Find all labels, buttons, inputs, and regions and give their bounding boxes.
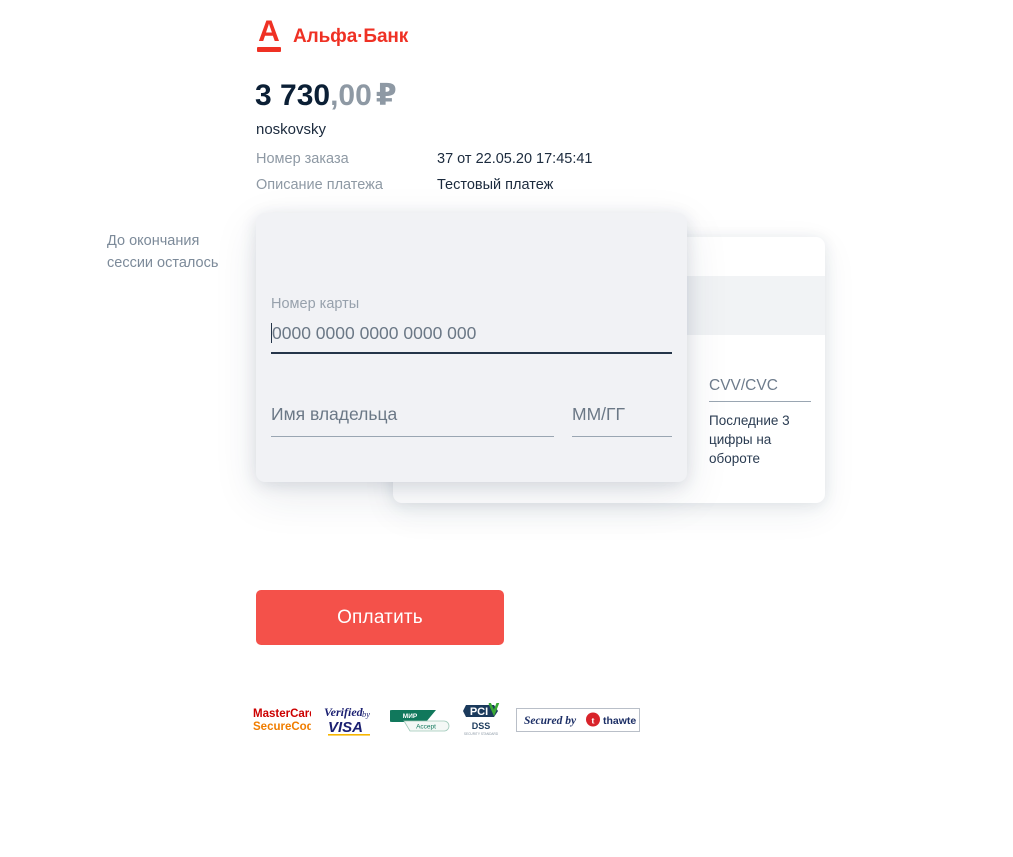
cardholder-field-group: Имя владельца xyxy=(271,402,554,437)
cvv-field-group: CVV/CVC Последние 3 цифры на обороте xyxy=(709,375,811,468)
amount-fraction-part: ,00 xyxy=(330,79,372,112)
cardholder-input[interactable]: Имя владельца xyxy=(271,402,554,427)
alfabank-logo-icon: А xyxy=(256,15,282,56)
payment-description-value: Тестовый платеж xyxy=(437,177,554,193)
alfabank-logo: А Альфа·Банк xyxy=(256,15,409,56)
thawte-secured-badge: Secured by t thawte xyxy=(516,708,640,732)
cvv-hint-text: Последние 3 цифры на обороте xyxy=(709,413,790,466)
order-detail-row: Номер заказа 37 от 22.05.20 17:45:41 xyxy=(256,146,593,172)
payment-description-label: Описание платежа xyxy=(256,177,383,193)
card-number-underline xyxy=(271,352,672,354)
svg-text:MasterCard.: MasterCard. xyxy=(253,708,311,720)
cvv-label: CVV/CVC xyxy=(709,377,778,394)
card-entry-modal: Номер карты 0000 0000 0000 0000 000 Имя … xyxy=(256,213,687,482)
mastercard-securecode-badge: MasterCard. SecureCode. xyxy=(253,708,311,733)
card-number-field-group: Номер карты 0000 0000 0000 0000 000 xyxy=(271,295,672,354)
svg-text:by: by xyxy=(362,709,370,719)
logo-underbar xyxy=(257,47,281,52)
alfabank-logo-text: Альфа·Банк xyxy=(293,26,409,47)
order-number-label: Номер заказа xyxy=(256,151,349,167)
session-countdown-label: До окончания сессии осталось xyxy=(107,233,219,271)
svg-text:SecureCode.: SecureCode. xyxy=(253,721,311,733)
expiry-input[interactable]: ММ/ГГ xyxy=(572,402,672,427)
svg-text:Secured by: Secured by xyxy=(524,715,577,727)
card-number-input[interactable]: 0000 0000 0000 0000 000 xyxy=(271,321,672,346)
payment-amount: 3 730,00 ₽ xyxy=(255,78,397,114)
mir-accept-badge: МИР Accept xyxy=(390,710,450,732)
svg-text:Accept: Accept xyxy=(416,724,436,731)
cvv-input[interactable] xyxy=(709,401,811,402)
order-detail-row: Описание платежа Тестовый платеж xyxy=(256,172,593,198)
order-details: Номер заказа 37 от 22.05.20 17:45:41 Опи… xyxy=(256,146,593,198)
verified-by-visa-badge: Verified by VISA xyxy=(324,705,370,736)
svg-text:thawte: thawte xyxy=(603,715,636,727)
svg-text:DSS: DSS xyxy=(472,721,491,731)
svg-text:PCI: PCI xyxy=(470,706,488,718)
svg-text:VISA: VISA xyxy=(328,719,363,736)
expiry-underline xyxy=(572,436,672,437)
svg-text:МИР: МИР xyxy=(403,713,418,720)
pay-button[interactable]: Оплатить xyxy=(256,590,504,645)
card-number-placeholder-text: 0000 0000 0000 0000 000 xyxy=(272,323,477,343)
svg-text:SECURITY STANDARD: SECURITY STANDARD xyxy=(464,732,499,736)
logo-letter: А xyxy=(258,15,280,48)
amount-integer-part: 3 730 xyxy=(255,79,331,112)
merchant-name: noskovsky xyxy=(256,121,327,138)
pci-dss-badge: PCI DSS SECURITY STANDARD xyxy=(463,703,500,736)
card-number-label: Номер карты xyxy=(271,296,360,312)
security-badges: MasterCard. SecureCode. Verified by VISA… xyxy=(253,703,640,737)
order-number-value: 37 от 22.05.20 17:45:41 xyxy=(437,151,593,167)
currency-symbol: ₽ xyxy=(375,79,397,112)
svg-text:Verified: Verified xyxy=(324,705,364,719)
expiry-field-group: ММ/ГГ xyxy=(572,402,672,437)
cardholder-underline xyxy=(271,436,554,437)
